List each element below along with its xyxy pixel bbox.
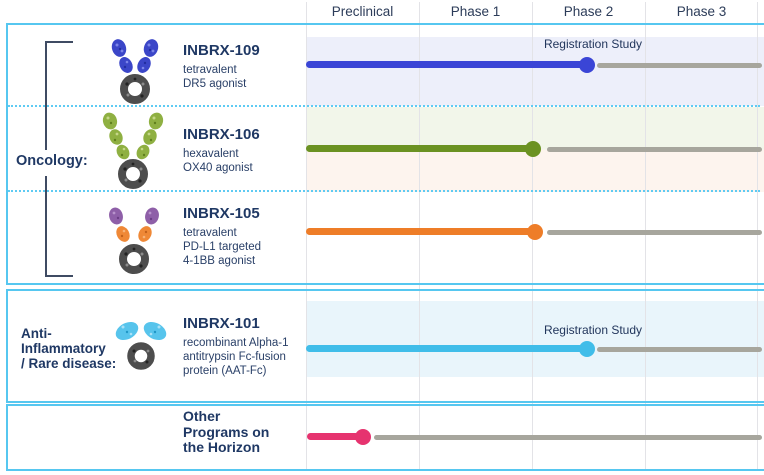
program-title-line: Other — [183, 409, 303, 425]
registration-study-label: Registration Study — [518, 323, 668, 337]
antibody-molecule-icon-inbrx105 — [103, 204, 165, 278]
progress-dot-other — [355, 429, 371, 445]
program-description-line: OX40 agonist — [183, 161, 308, 175]
progress-bar-inbrx-105 — [306, 228, 532, 235]
program-inbrx-109: INBRX-109 tetravalent DR5 agonist — [183, 42, 308, 91]
program-other-horizon: Other Programs on the Horizon — [183, 409, 303, 456]
progress-bar-inbrx-101 — [306, 345, 583, 352]
progress-dot-inbrx-105 — [527, 224, 543, 240]
remaining-track-inbrx-101 — [597, 347, 762, 352]
program-title: INBRX-105 — [183, 205, 308, 222]
registration-study-label: Registration Study — [518, 37, 668, 51]
phase-header-phase3: Phase 3 — [645, 4, 758, 19]
program-description-line: tetravalent — [183, 63, 308, 77]
progress-dot-inbrx-101 — [579, 341, 595, 357]
remaining-track-other — [374, 435, 762, 440]
program-description-line: hexavalent — [183, 147, 308, 161]
program-description-line: PD-L1 targeted — [183, 240, 308, 254]
program-description-line: 4-1BB agonist — [183, 254, 308, 268]
pipeline-chart: Preclinical Phase 1 Phase 2 Phase 3 Onco… — [0, 0, 764, 475]
oncology-section-label: Oncology: — [16, 153, 108, 169]
program-description-line: antitrypsin Fc-fusion — [183, 350, 308, 364]
remaining-track-inbrx-106 — [547, 147, 762, 152]
phase-header-phase1: Phase 1 — [419, 4, 532, 19]
program-description-line: DR5 agonist — [183, 77, 308, 91]
progress-dot-inbrx-109 — [579, 57, 595, 73]
program-description-line: tetravalent — [183, 226, 308, 240]
progress-dot-inbrx-106 — [525, 141, 541, 157]
antibody-molecule-icon-inbrx106 — [99, 111, 167, 191]
remaining-track-inbrx-105 — [547, 230, 762, 235]
oncology-bracket-top — [45, 41, 73, 150]
program-title: INBRX-109 — [183, 42, 308, 59]
program-description-line: recombinant Alpha-1 — [183, 336, 308, 350]
program-inbrx-101: INBRX-101 recombinant Alpha-1 antitrypsi… — [183, 315, 308, 378]
antibody-molecule-icon-inbrx101 — [113, 318, 169, 374]
program-title-line: Programs on — [183, 425, 303, 441]
progress-bar-inbrx-109 — [306, 61, 584, 68]
program-inbrx-105: INBRX-105 tetravalent PD-L1 targeted 4-1… — [183, 205, 308, 268]
phase-header-phase2: Phase 2 — [532, 4, 645, 19]
phase-header-preclinical: Preclinical — [306, 4, 419, 19]
oncology-bracket-bottom — [45, 176, 73, 277]
progress-bar-inbrx-106 — [306, 145, 530, 152]
program-inbrx-106: INBRX-106 hexavalent OX40 agonist — [183, 126, 308, 175]
antibody-molecule-icon-inbrx109 — [106, 36, 164, 106]
program-title: INBRX-101 — [183, 315, 308, 332]
program-title-line: the Horizon — [183, 440, 303, 456]
progress-bar-other — [307, 433, 359, 440]
program-description-line: protein (AAT-Fc) — [183, 364, 308, 378]
program-title: INBRX-106 — [183, 126, 308, 143]
remaining-track-inbrx-109 — [597, 63, 762, 68]
